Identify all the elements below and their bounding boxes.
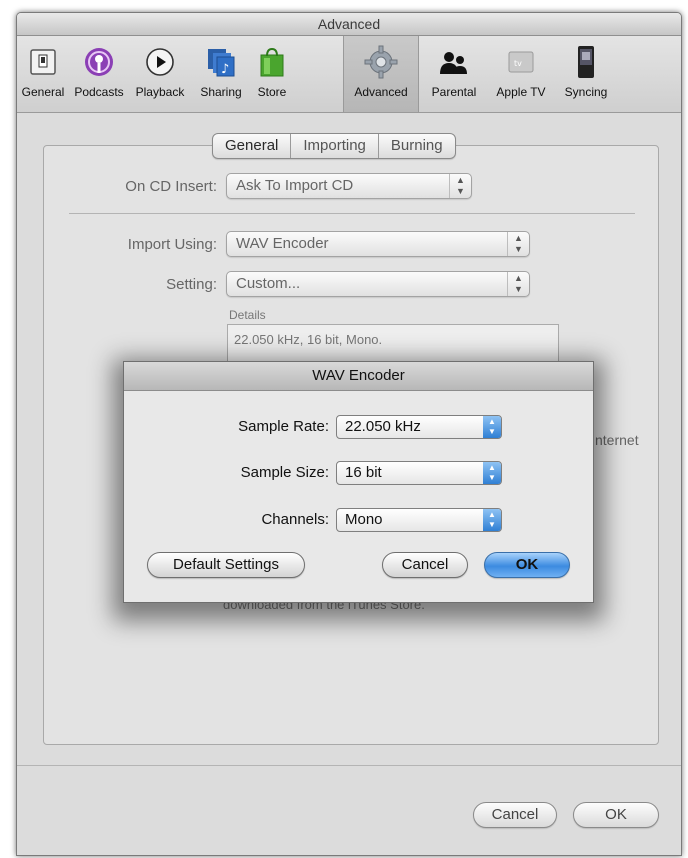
parental-icon [437,45,471,79]
svg-text:tv: tv [514,59,522,68]
popup-arrows-icon: ▲ ▼ [449,174,471,198]
sample-rate-value: 22.050 kHz [345,418,421,435]
window-title: Advanced [17,13,681,36]
sample-size-popup[interactable]: 16 bit ▲ ▼ [336,461,502,485]
toolbar-item-podcasts[interactable]: Podcasts [69,36,129,112]
dialog-cancel-button[interactable]: Cancel [382,552,468,578]
tab-bar: General Importing Burning [212,133,456,159]
toolbar-item-label: Playback [135,85,185,99]
toolbar-item-store[interactable]: Store [251,36,293,112]
podcasts-icon [82,45,116,79]
svg-text:♪: ♪ [221,62,229,77]
wav-encoder-dialog: WAV Encoder Sample Rate: 22.050 kHz ▲ ▼ S… [123,361,594,603]
setting-label: Setting: [166,276,217,293]
apple-tv-icon: tv [504,45,538,79]
toolbar-item-label: Parental [431,85,477,99]
import-using-popup[interactable]: WAV Encoder ▲ ▼ [226,231,530,257]
toolbar-item-general[interactable]: General [21,36,65,112]
channels-value: Mono [345,511,383,528]
dialog-title: WAV Encoder [124,362,593,391]
popup-arrows-icon: ▲ ▼ [483,462,501,484]
tab-importing[interactable]: Importing [291,134,379,158]
ok-button[interactable]: OK [573,802,659,828]
details-label: Details [229,308,266,322]
tab-general[interactable]: General [213,134,292,158]
channels-label: Channels: [261,511,329,528]
toolbar-item-advanced[interactable]: Advanced [343,36,419,112]
toolbar-item-label: Store [257,85,287,99]
toolbar-item-sharing[interactable]: ♪ Sharing [193,36,249,112]
import-using-label: Import Using: [127,236,217,253]
popup-arrows-icon: ▲ ▼ [507,272,529,296]
sharing-icon: ♪ [204,45,238,79]
toolbar-item-syncing[interactable]: Syncing [557,36,615,112]
footer-bar: Cancel OK [17,765,681,855]
sample-rate-popup[interactable]: 22.050 kHz ▲ ▼ [336,415,502,439]
toolbar-item-label: General [21,85,65,99]
sample-rate-label: Sample Rate: [238,418,329,435]
gear-icon [364,45,398,79]
toolbar-item-label: Podcasts [74,85,124,99]
on-cd-insert-popup[interactable]: Ask To Import CD ▲ ▼ [226,173,472,199]
general-switch-icon [26,45,60,79]
cancel-button[interactable]: Cancel [473,802,557,828]
popup-arrows-icon: ▲ ▼ [483,416,501,438]
toolbar-item-parental[interactable]: Parental [425,36,483,112]
sample-size-value: 16 bit [345,464,382,481]
toolbar-item-apple-tv[interactable]: tv Apple TV [489,36,553,112]
on-cd-insert-value: Ask To Import CD [236,177,354,194]
setting-popup[interactable]: Custom... ▲ ▼ [226,271,530,297]
popup-arrows-icon: ▲ ▼ [507,232,529,256]
channels-popup[interactable]: Mono ▲ ▼ [336,508,502,532]
toolbar-item-label: Advanced [354,85,408,99]
toolbar-item-playback[interactable]: Playback [131,36,189,112]
tab-burning[interactable]: Burning [379,134,455,158]
toolbar-item-label: Syncing [564,85,608,99]
on-cd-insert-label: On CD Insert: [125,178,217,195]
preferences-toolbar: General Podcasts Playback ♪ Sharing Stor… [17,36,681,113]
dialog-ok-button[interactable]: OK [484,552,570,578]
playback-icon [143,45,177,79]
popup-arrows-icon: ▲ ▼ [483,509,501,531]
toolbar-item-label: Apple TV [496,85,546,99]
ipod-icon [569,45,603,79]
setting-value: Custom... [236,275,301,292]
sample-size-label: Sample Size: [240,464,329,481]
partial-option-text: nternet [595,432,639,448]
store-bag-icon [255,45,289,79]
details-text: 22.050 kHz, 16 bit, Mono. [234,332,383,347]
default-settings-button[interactable]: Default Settings [147,552,305,578]
import-using-value: WAV Encoder [236,235,329,252]
toolbar-item-label: Sharing [200,85,242,99]
section-divider [69,213,635,214]
